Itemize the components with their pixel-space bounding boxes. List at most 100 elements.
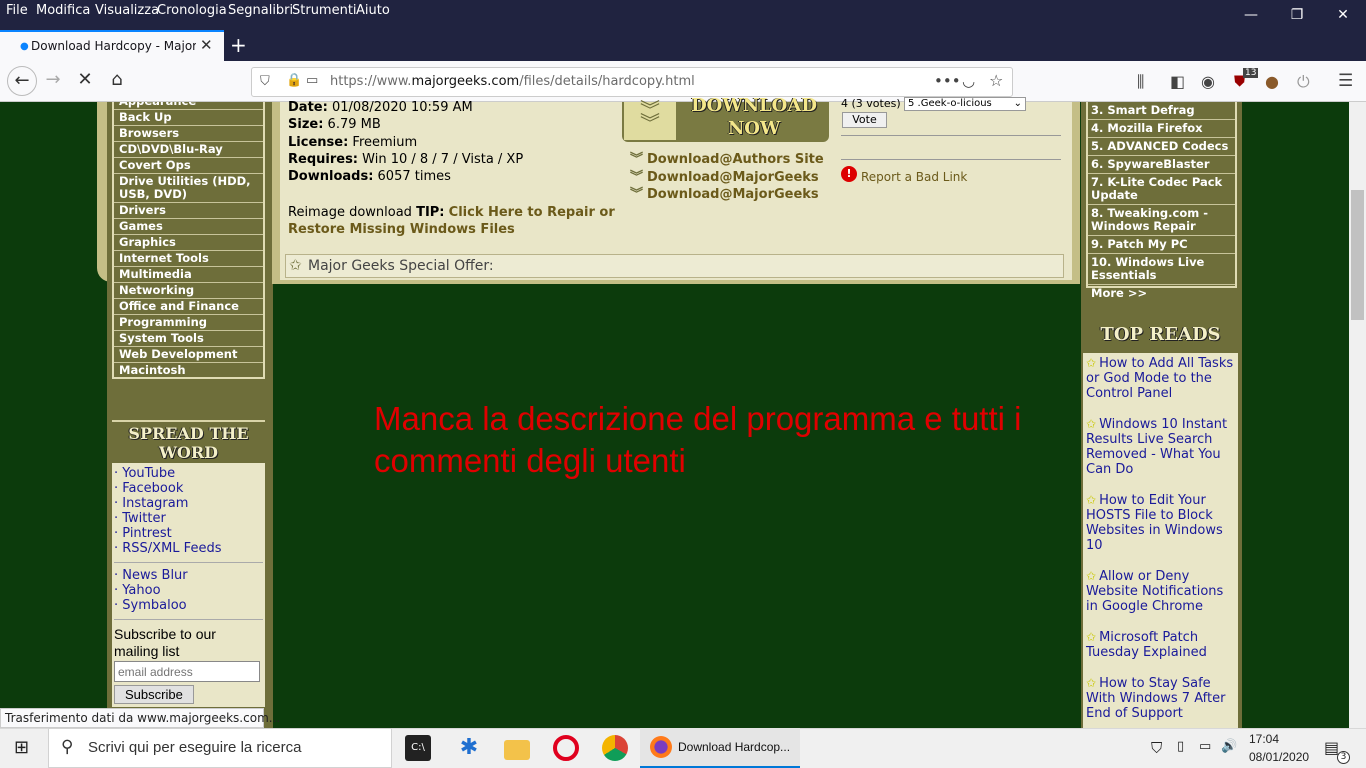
link-facebook[interactable]: · Facebook (114, 481, 263, 496)
status-bar: Trasferimento dati da www.majorgeeks.com… (0, 708, 280, 728)
url-text[interactable]: https://www.majorgeeks.com/files/details… (330, 74, 695, 89)
home-button[interactable]: ⌂ (104, 69, 130, 90)
download-authors-link[interactable]: ︾ Download@Authors Site (630, 148, 824, 167)
windows-start-icon[interactable]: ⊞ (14, 737, 29, 758)
permissions-icon[interactable]: ▭ (306, 73, 318, 88)
menu-segnalibri[interactable]: Segnalibri (228, 3, 293, 18)
category-backup[interactable]: Back Up (114, 110, 263, 126)
category-cd-dvd[interactable]: CD\DVD\Blu-Ray (114, 142, 263, 158)
link-instagram[interactable]: · Instagram (114, 496, 263, 511)
menu-visualizza[interactable]: Visualizza (95, 3, 159, 18)
category-multimedia[interactable]: Multimedia (114, 267, 263, 283)
category-networking[interactable]: Networking (114, 283, 263, 299)
tab-download-hardcopy[interactable]: ● Download Hardcopy - MajorGe ✕ (0, 30, 224, 61)
file-explorer-icon[interactable] (504, 740, 530, 760)
top-item-5[interactable]: 5. ADVANCED Codecs (1088, 138, 1235, 156)
email-field[interactable] (114, 661, 260, 682)
tip-prefix: Reimage download (288, 205, 412, 220)
link-youtube[interactable]: · YouTube (114, 466, 263, 481)
power-icon[interactable]: ⏻ (1297, 72, 1310, 92)
volume-icon[interactable]: 🔊 (1221, 739, 1237, 754)
close-window-button[interactable]: ✕ (1320, 0, 1366, 30)
top-item-4[interactable]: 4. Mozilla Firefox (1088, 120, 1235, 138)
menu-file[interactable]: File (6, 3, 28, 18)
category-macintosh[interactable]: Macintosh (114, 363, 263, 377)
category-drivers[interactable]: Drivers (114, 203, 263, 219)
minimize-button[interactable]: — (1228, 0, 1274, 30)
top-item-10[interactable]: 10. Windows Live Essentials (1088, 254, 1235, 285)
download-majorgeeks-link-2[interactable]: ︾ Download@MajorGeeks (630, 183, 819, 202)
page-actions-icon[interactable]: ••• (934, 72, 961, 90)
link-facebook-label: Facebook (122, 481, 184, 496)
usb-icon[interactable]: ▯ (1177, 739, 1184, 754)
account-icon[interactable]: ◉ (1201, 72, 1215, 91)
top-item-8[interactable]: 8. Tweaking.com - Windows Repair (1088, 205, 1235, 236)
read-item[interactable]: ✩ Allow or Deny Website Notifications in … (1086, 569, 1236, 614)
tab-close-icon[interactable]: ✕ (200, 36, 213, 54)
rating-select[interactable]: 5 .Geek-o-licious ⌄ (904, 97, 1026, 111)
menu-aiuto[interactable]: Aiuto (356, 3, 390, 18)
menu-cronologia[interactable]: Cronologia (157, 3, 227, 18)
category-system-tools[interactable]: System Tools (114, 331, 263, 347)
library-icon[interactable]: ⫼ (1137, 72, 1144, 92)
read-item[interactable]: ✩ How to Stay Safe With Windows 7 After E… (1086, 676, 1236, 721)
network-app-icon[interactable]: ✱ (456, 735, 482, 761)
clock-date[interactable]: 08/01/2020 (1249, 750, 1309, 764)
chrome-icon[interactable] (602, 735, 628, 761)
cookie-icon[interactable]: ● (1265, 72, 1279, 91)
network-icon[interactable]: ▭ (1199, 739, 1211, 754)
category-games[interactable]: Games (114, 219, 263, 235)
top-item-9[interactable]: 9. Patch My PC (1088, 236, 1235, 254)
menu-strumenti[interactable]: Strumenti (292, 3, 357, 18)
category-appearance[interactable]: Appearance (114, 102, 263, 110)
subscribe-text: Subscribe to our mailing list (114, 626, 216, 659)
read-item[interactable]: ✩ Microsoft Patch Tuesday Explained (1086, 630, 1236, 660)
category-programming[interactable]: Programming (114, 315, 263, 331)
forward-button[interactable]: → (40, 69, 66, 90)
link-symbaloo[interactable]: · Symbaloo (114, 598, 263, 613)
taskbar-firefox-item[interactable]: Download Hardcop... (640, 728, 800, 768)
date-value: 01/08/2020 10:59 AM (331, 100, 473, 115)
link-yahoo[interactable]: · Yahoo (114, 583, 263, 598)
scrollbar-thumb[interactable] (1351, 190, 1364, 320)
category-covert-ops[interactable]: Covert Ops (114, 158, 263, 174)
link-pintrest[interactable]: · Pintrest (114, 526, 263, 541)
top-item-7[interactable]: 7. K-Lite Codec Pack Update (1088, 174, 1235, 205)
read-item[interactable]: ✩ How to Edit Your HOSTS File to Block We… (1086, 493, 1236, 553)
vote-button[interactable]: Vote (842, 112, 887, 128)
link-rss[interactable]: · RSS/XML Feeds (114, 541, 263, 556)
report-bad-link[interactable]: Report a Bad Link (861, 170, 967, 184)
bookmark-star-icon[interactable]: ☆ (989, 71, 1003, 90)
top-item-3[interactable]: 3. Smart Defrag (1088, 102, 1235, 120)
clock-time[interactable]: 17:04 (1249, 732, 1279, 746)
back-button[interactable]: ← (7, 66, 37, 96)
category-drive-utilities[interactable]: Drive Utilities (HDD, USB, DVD) (114, 174, 263, 203)
new-tab-button[interactable]: + (230, 33, 247, 57)
menu-hamburger-icon[interactable]: ☰ (1338, 71, 1353, 91)
restore-button[interactable]: ❐ (1274, 0, 1320, 30)
category-office-finance[interactable]: Office and Finance (114, 299, 263, 315)
read-item[interactable]: ✩ Windows 10 Instant Results Live Search … (1086, 417, 1236, 477)
read-item[interactable]: ✩ How to Add All Tasks or God Mode to the… (1086, 356, 1236, 401)
terminal-icon[interactable]: C:\ (405, 735, 431, 761)
link-news-blur[interactable]: · News Blur (114, 568, 263, 583)
category-web-development[interactable]: Web Development (114, 347, 263, 363)
address-bar[interactable]: ⛉ 🔒 ▭ https://www.majorgeeks.com/files/d… (251, 67, 1013, 97)
taskbar-search[interactable]: ⚲ Scrivi qui per eseguire la ricerca (48, 728, 392, 768)
subscribe-button[interactable]: Subscribe (114, 685, 194, 704)
download-now-button[interactable]: ︾ ︾ DOWNLOAD NOW (622, 95, 829, 142)
top-item-6[interactable]: 6. SpywareBlaster (1088, 156, 1235, 174)
sidebar-icon[interactable]: ◧ (1170, 72, 1185, 91)
pocket-icon[interactable]: ◡ (962, 72, 975, 90)
stop-button[interactable]: ✕ (72, 69, 98, 90)
shield-icon[interactable]: ⛉ (260, 74, 270, 89)
category-graphics[interactable]: Graphics (114, 235, 263, 251)
menu-modifica[interactable]: Modifica (36, 3, 90, 18)
security-icon[interactable]: ⛉ (1151, 739, 1162, 757)
category-browsers[interactable]: Browsers (114, 126, 263, 142)
opera-icon[interactable] (553, 735, 579, 761)
link-twitter[interactable]: · Twitter (114, 511, 263, 526)
category-internet-tools[interactable]: Internet Tools (114, 251, 263, 267)
lock-icon[interactable]: 🔒 (286, 73, 302, 88)
more-link[interactable]: More >> (1088, 285, 1235, 302)
